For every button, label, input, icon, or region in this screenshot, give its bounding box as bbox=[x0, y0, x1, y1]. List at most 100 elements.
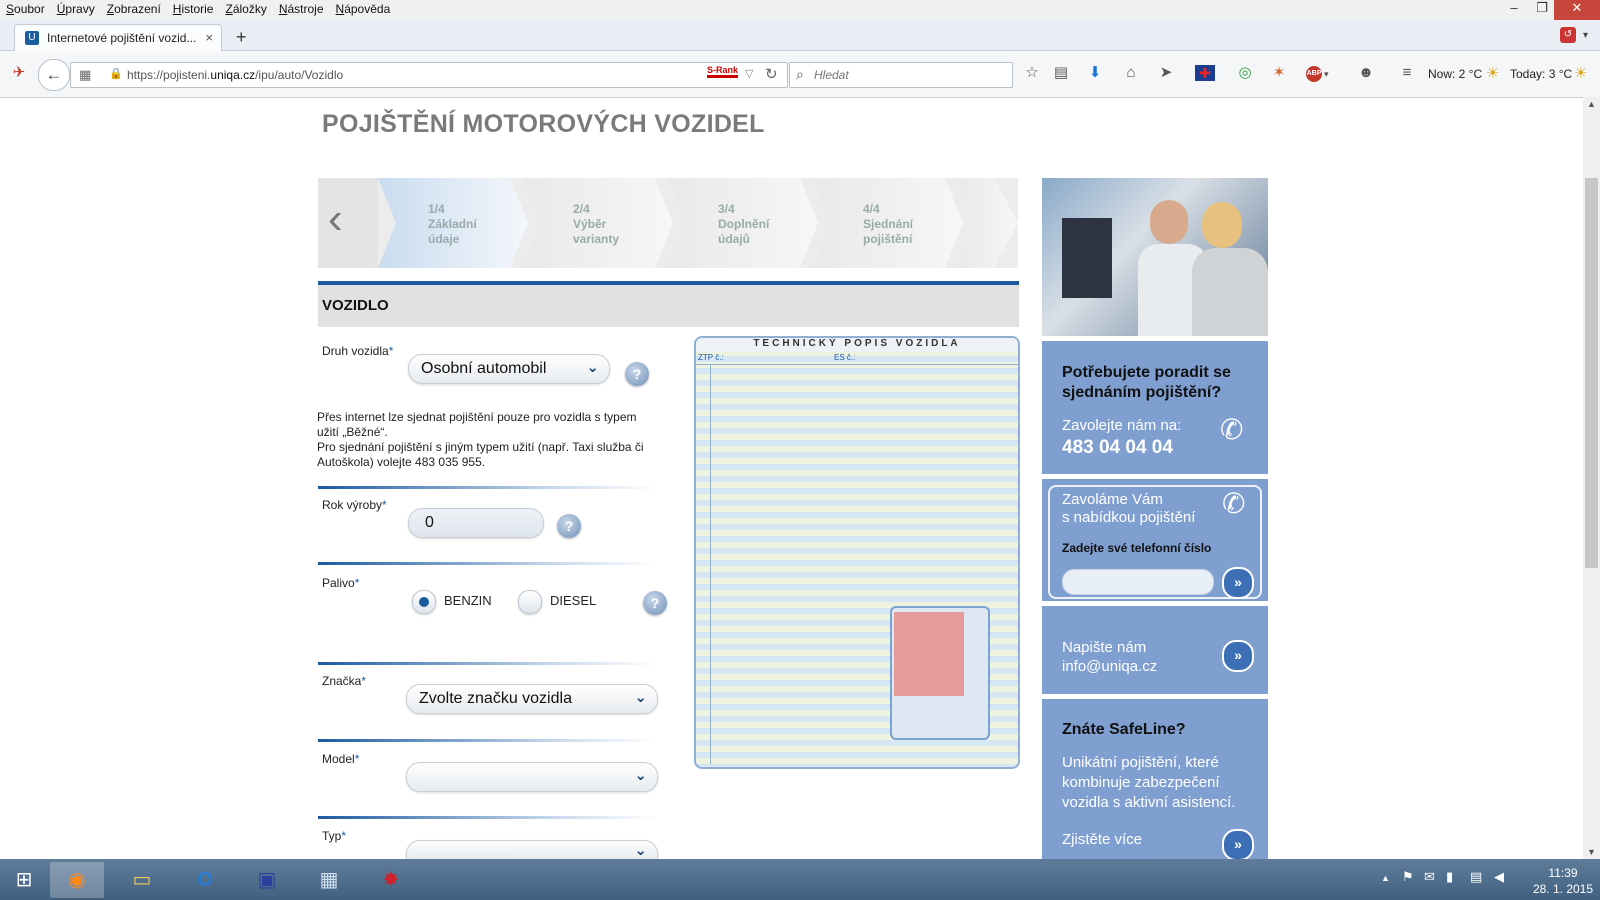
menu-nastroje[interactable]: Nástroje bbox=[273, 0, 330, 16]
rok-vyroby-input[interactable]: 0 bbox=[408, 508, 544, 538]
menu-historie[interactable]: Historie bbox=[167, 0, 220, 16]
separator bbox=[318, 486, 658, 489]
step-4[interactable]: 4/4 Sjednání pojištění bbox=[863, 202, 913, 292]
benzin-label[interactable]: BENZIN bbox=[444, 593, 492, 608]
step-1[interactable]: 1/4 Základní údaje bbox=[428, 202, 477, 292]
techdoc-rule bbox=[696, 364, 1018, 365]
safeline-box: Znáte SafeLine? Unikátní pojištění, kter… bbox=[1042, 699, 1268, 861]
diesel-radio[interactable] bbox=[518, 590, 542, 614]
menu-zalozky[interactable]: Záložky bbox=[219, 0, 272, 16]
back-arrow-icon[interactable]: ← bbox=[38, 59, 70, 91]
lock-icon[interactable]: 🔒 bbox=[109, 67, 123, 80]
red-splat-app-icon[interactable]: ✸ bbox=[364, 862, 418, 898]
benzin-radio[interactable] bbox=[412, 590, 436, 614]
green-circle-icon[interactable]: ◎ bbox=[1234, 62, 1256, 84]
menu-upravy[interactable]: Úpravy bbox=[51, 0, 101, 16]
clock-time[interactable]: 11:39 bbox=[1536, 866, 1590, 880]
safeline-arrow-button[interactable]: » bbox=[1222, 829, 1254, 861]
znacka-select[interactable]: Zvolte značku vozidla ⌄ bbox=[406, 684, 658, 714]
model-select[interactable]: ⌄ bbox=[406, 762, 658, 792]
send-icon[interactable]: ➤ bbox=[1155, 62, 1177, 84]
action-center-flag-icon[interactable]: ⚑ bbox=[1402, 869, 1414, 885]
chat-bubble-icon[interactable]: ☻ bbox=[1355, 62, 1377, 84]
menu-napoveda[interactable]: Nápověda bbox=[330, 0, 397, 16]
home-icon[interactable]: ⌂ bbox=[1120, 62, 1142, 84]
srank-badge[interactable]: S-Rank bbox=[707, 65, 739, 78]
addon-icon[interactable]: ↺ bbox=[1560, 27, 1576, 43]
menu-soubor[interactable]: Soubor bbox=[0, 0, 51, 16]
reload-icon[interactable]: ↻ bbox=[765, 65, 778, 83]
step-navigation: ‹ 1/4 Základní údaje 2/4 Výběr varianty 3/4 D… bbox=[318, 178, 1018, 268]
rok-help-icon[interactable]: ? bbox=[557, 514, 581, 538]
person-head-shape bbox=[1150, 200, 1188, 244]
phone-number[interactable]: 483 04 04 04 bbox=[1062, 437, 1173, 459]
url-dropdown-icon[interactable]: ▽ bbox=[745, 67, 753, 80]
firefox-taskbar-icon[interactable]: ◉ bbox=[50, 862, 104, 898]
callback-phone-input[interactable] bbox=[1062, 569, 1214, 595]
phone-callback-icon: ✆ bbox=[1222, 488, 1246, 519]
section-title: VOZIDLO bbox=[322, 297, 389, 314]
fox-addon-icon[interactable]: ✶ bbox=[1268, 62, 1290, 84]
safeline-more-link[interactable]: Zjistěte více bbox=[1062, 831, 1142, 848]
typ-select[interactable]: ⌄ bbox=[406, 840, 658, 860]
mail-tray-icon[interactable]: ✉ bbox=[1424, 869, 1435, 885]
scrollbar-thumb[interactable] bbox=[1585, 178, 1598, 568]
uk-flag-icon[interactable]: ✚ bbox=[1195, 65, 1215, 81]
restore-button[interactable]: ❐ bbox=[1528, 0, 1556, 20]
speed-dial-icon[interactable]: ✈ bbox=[8, 62, 30, 84]
druh-vozidla-label: Druh vozidla* bbox=[322, 344, 394, 358]
steps-back-button[interactable]: ‹ bbox=[318, 178, 378, 268]
separator bbox=[318, 739, 658, 742]
usage-info-text: Přes internet lze sjednat pojištění pouz… bbox=[317, 410, 644, 469]
menu-zobrazeni[interactable]: Zobrazení bbox=[101, 0, 167, 16]
reading-list-icon[interactable]: ▤ bbox=[1050, 62, 1072, 84]
file-explorer-icon[interactable]: ▭ bbox=[115, 862, 169, 898]
url-text[interactable]: https://pojisteni.uniqa.cz/ipu/auto/Vozi… bbox=[127, 68, 343, 82]
palivo-help-icon[interactable]: ? bbox=[643, 591, 667, 615]
callback-submit-button[interactable]: » bbox=[1222, 567, 1254, 599]
weather-today[interactable]: Today: 3 °C bbox=[1510, 67, 1572, 81]
download-arrow-icon[interactable]: ⬇ bbox=[1084, 62, 1106, 84]
scroll-down-arrow-icon[interactable]: ▼ bbox=[1587, 847, 1596, 857]
adblock-icon[interactable]: ABP bbox=[1306, 66, 1322, 82]
page-grid-icon[interactable]: ▦ bbox=[79, 67, 91, 83]
outlook-icon[interactable]: O bbox=[178, 862, 232, 898]
druh-help-icon[interactable]: ? bbox=[625, 362, 649, 386]
calculator-icon[interactable]: ▦ bbox=[302, 862, 356, 898]
clock-date[interactable]: 28. 1. 2015 bbox=[1530, 882, 1596, 896]
diesel-label[interactable]: DIESEL bbox=[550, 593, 596, 608]
tab-list-chevron-icon[interactable]: ▾ bbox=[1583, 30, 1588, 41]
adblock-menu-chevron-icon[interactable]: ▾ bbox=[1324, 69, 1329, 80]
tray-chevron-up-icon[interactable]: ▲ bbox=[1381, 873, 1390, 883]
email-arrow-button[interactable]: » bbox=[1222, 640, 1254, 672]
windows-start-icon[interactable]: ⊞ bbox=[0, 862, 48, 898]
minimize-button[interactable]: – bbox=[1500, 0, 1528, 20]
help-box-title: Potřebujete poradit se sjednáním pojištěn… bbox=[1062, 364, 1231, 401]
weather-now[interactable]: Now: 2 °C bbox=[1428, 67, 1482, 81]
email-link[interactable]: info@uniqa.cz bbox=[1062, 657, 1157, 676]
druh-vozidla-select[interactable]: Osobní automobil ⌄ bbox=[408, 354, 610, 384]
bookmark-star-icon[interactable]: ☆ bbox=[1021, 62, 1043, 84]
floppy-save-icon[interactable]: ▣ bbox=[240, 862, 294, 898]
url-bar[interactable]: ▦ 🔒 https://pojisteni.uniqa.cz/ipu/auto/… bbox=[70, 62, 788, 88]
step-3[interactable]: 3/4 Doplnění údajů bbox=[718, 202, 769, 292]
callback-box: Zavoláme Vám s nabídkou pojištění ✆ Zadej… bbox=[1042, 479, 1268, 601]
search-bar[interactable]: ⌕ Hledat bbox=[789, 62, 1013, 88]
close-window-button[interactable]: ✕ bbox=[1554, 0, 1600, 20]
new-tab-button[interactable]: + bbox=[236, 27, 247, 48]
volume-tray-icon[interactable]: ◀ bbox=[1494, 869, 1504, 885]
chevron-down-icon: ⌄ bbox=[634, 842, 647, 859]
step-2[interactable]: 2/4 Výběr varianty bbox=[573, 202, 619, 292]
browser-tab[interactable]: U Internetové pojištění vozid... × bbox=[14, 24, 222, 52]
steps-forward-arrow[interactable] bbox=[958, 178, 1018, 268]
phone-icon: ✆ bbox=[1220, 414, 1244, 445]
separator bbox=[318, 816, 658, 819]
hamburger-menu-icon[interactable]: ≡ bbox=[1396, 62, 1418, 84]
techdoc-es: ES č.: bbox=[834, 353, 856, 362]
power-tray-icon[interactable]: ▮ bbox=[1446, 869, 1453, 885]
tab-close-icon[interactable]: × bbox=[205, 30, 213, 45]
technical-document-illustration: TECHNICKÝ POPIS VOZIDLA ZTP č.: ES č.: bbox=[694, 336, 1020, 769]
scroll-up-arrow-icon[interactable]: ▲ bbox=[1587, 99, 1596, 109]
network-tray-icon[interactable]: ▤ bbox=[1470, 869, 1482, 885]
weather-today-sun-icon: ☀ bbox=[1574, 65, 1588, 82]
